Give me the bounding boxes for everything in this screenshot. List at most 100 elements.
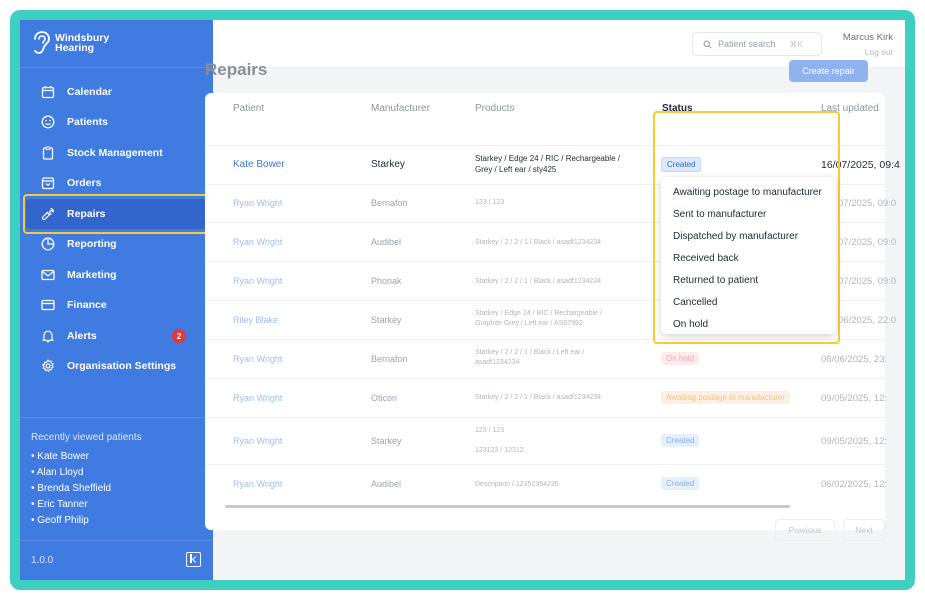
pie-chart-icon <box>40 237 55 252</box>
products-line: Starkey / 2 / 2 / 1 / Black / asadf12342… <box>475 239 602 246</box>
products-line: Starkey / 2 / 2 / 1 / Black / Left ear / <box>475 349 585 356</box>
sidebar-item-label: Orders <box>67 177 102 189</box>
sidebar-item-patients[interactable]: Patients <box>26 107 207 137</box>
manufacturer-cell: Starkey <box>371 159 405 170</box>
credit-card-icon <box>40 298 55 313</box>
last-updated-cell: 07/2025, 09:0 <box>838 198 897 209</box>
horizontal-scrollbar[interactable] <box>225 505 790 508</box>
column-header-manufacturer[interactable]: Manufacturer <box>371 103 430 114</box>
user-menu: Marcus Kirk Log out <box>843 32 893 57</box>
manufacturer-cell: Audibel <box>371 237 402 247</box>
last-updated-cell: 07/2025, 09:0 <box>838 276 897 287</box>
recent-patient-link[interactable]: • Geoff Philip <box>31 513 142 529</box>
box-icon <box>40 176 55 191</box>
manufacturer-cell: Bernafon <box>371 354 408 364</box>
products-cell: Starkey / 2 / 2 / 1 / Black / asadf12342… <box>475 277 601 287</box>
sidebar-item-label: Marketing <box>67 269 117 281</box>
sidebar-item-label: Calendar <box>67 86 112 98</box>
status-badge[interactable]: Created <box>661 477 700 490</box>
last-updated-cell: 07/2025, 09:0 <box>838 237 897 248</box>
search-placeholder: Patient search <box>718 39 776 49</box>
logout-link[interactable]: Log out <box>843 47 893 57</box>
products-line: Description / 12352354235 <box>475 481 559 488</box>
status-badge[interactable]: On hold <box>661 352 700 365</box>
calendar-icon <box>40 85 55 100</box>
recent-patient-link[interactable]: • Kate Bower <box>31 449 142 465</box>
products-line: 123 / 123 <box>475 427 505 434</box>
status-option[interactable]: On hold <box>661 314 836 336</box>
products-line: Graphite Grey / Left ear / AS67992 <box>475 320 583 327</box>
products-cell: Starkey / Edge 24 / RIC / Rechargeable /… <box>475 309 602 329</box>
search-icon <box>703 40 712 48</box>
last-updated-cell: 09/05/2025, 12: <box>821 393 888 404</box>
patient-link[interactable]: Ryan Wright <box>233 393 282 403</box>
patient-link[interactable]: Ryan Wright <box>233 198 282 208</box>
brand[interactable]: Windsbury Hearing <box>31 30 109 56</box>
create-repair-button[interactable]: Create repair <box>789 60 868 82</box>
patient-link[interactable]: Ryan Wright <box>233 479 282 489</box>
last-updated-cell: 08/06/2025, 23: <box>821 354 888 365</box>
gear-icon <box>40 359 55 374</box>
patient-link[interactable]: Riley Blake <box>233 315 278 325</box>
column-header-patient[interactable]: Patient <box>233 103 264 114</box>
sidebar-item-finance[interactable]: Finance <box>26 290 207 320</box>
products-line: 123 / 123 <box>475 199 505 206</box>
patient-link[interactable]: Ryan Wright <box>233 276 282 286</box>
manufacturer-cell: Starkey <box>371 315 402 325</box>
products-cell: Starkey / Edge 24 / RIC / Rechargeable /… <box>475 153 620 175</box>
patient-link[interactable]: Ryan Wright <box>233 436 282 446</box>
sidebar-item-stock-management[interactable]: Stock Management <box>26 138 207 168</box>
products-cell: Description / 12352354235 <box>475 480 559 490</box>
manufacturer-cell: Phonak <box>371 276 402 286</box>
status-badge[interactable]: Created <box>661 434 700 447</box>
user-name: Marcus Kirk <box>842 32 893 43</box>
repairs-highlight-outline <box>23 194 211 234</box>
recent-patient-link[interactable]: • Brenda Sheffield <box>31 481 142 497</box>
recent-title: Recently viewed patients <box>31 432 142 443</box>
sidebar-item-alerts[interactable]: Alerts 2 <box>26 321 207 351</box>
sidebar-item-label: Reporting <box>67 238 117 250</box>
column-header-products[interactable]: Products <box>475 103 514 114</box>
manufacturer-cell: Audibel <box>371 479 402 489</box>
patient-link[interactable]: Ryan Wright <box>233 354 282 364</box>
status-option[interactable]: Received back <box>661 248 836 270</box>
bell-icon <box>40 329 55 344</box>
products-cell: 123 / 123 123123 / 12312 <box>475 426 524 456</box>
manufacturer-cell: Oticon <box>371 393 398 403</box>
mail-icon <box>40 268 55 283</box>
sidebar-item-label: Finance <box>67 299 107 311</box>
patient-link[interactable]: Ryan Wright <box>233 237 282 247</box>
sidebar-item-calendar[interactable]: Calendar <box>26 77 207 107</box>
status-option[interactable]: Returned to patient <box>661 270 836 292</box>
status-option[interactable]: Dispatched by manufacturer <box>661 226 836 248</box>
previous-page-button[interactable]: Previous <box>775 519 835 541</box>
sidebar-item-label: Alerts <box>67 330 97 342</box>
row-divider <box>205 417 885 418</box>
sidebar-item-organisation-settings[interactable]: Organisation Settings <box>26 351 207 381</box>
clipboard-icon <box>40 146 55 161</box>
products-cell: Starkey / 2 / 2 / 1 / Black / asadf12342… <box>475 238 601 248</box>
sidebar-item-label: Stock Management <box>67 147 163 159</box>
manufacturer-cell: Starkey <box>371 436 402 446</box>
last-updated-cell: 06/02/2025, 12: <box>821 479 888 490</box>
status-option[interactable]: Sent to manufacturer <box>661 204 836 226</box>
status-badge[interactable]: Awaiting postage to manufacturer <box>661 391 791 404</box>
status-option[interactable]: Cancelled <box>661 292 836 314</box>
status-dropdown-menu: Awaiting postage to manufacturer Sent to… <box>661 177 836 334</box>
collapse-sidebar-icon[interactable] <box>186 552 201 567</box>
divider <box>20 67 213 68</box>
alerts-count-badge: 2 <box>172 329 186 343</box>
ear-logo-icon <box>34 31 50 54</box>
products-line: Starkey / 2 / 2 / 1 / Black / asadf12342… <box>475 394 602 401</box>
next-page-button[interactable]: Next <box>843 519 885 541</box>
products-cell: 123 / 123 <box>475 198 504 208</box>
recent-patient-link[interactable]: • Eric Tanner <box>31 497 142 513</box>
recent-patient-link[interactable]: • Alan Lloyd <box>31 465 142 481</box>
patient-link[interactable]: Kate Bower <box>233 159 285 170</box>
search-shortcut: ⌘K <box>789 39 803 49</box>
sidebar-item-marketing[interactable]: Marketing <box>26 260 207 290</box>
products-line: Starkey / Edge 24 / RIC / Rechargeable / <box>475 310 602 317</box>
patient-search-input[interactable]: Patient search ⌘K <box>692 32 822 56</box>
status-option[interactable]: Awaiting postage to manufacturer <box>661 182 836 204</box>
products-cell: Starkey / 2 / 2 / 1 / Black / asadf12342… <box>475 393 601 403</box>
